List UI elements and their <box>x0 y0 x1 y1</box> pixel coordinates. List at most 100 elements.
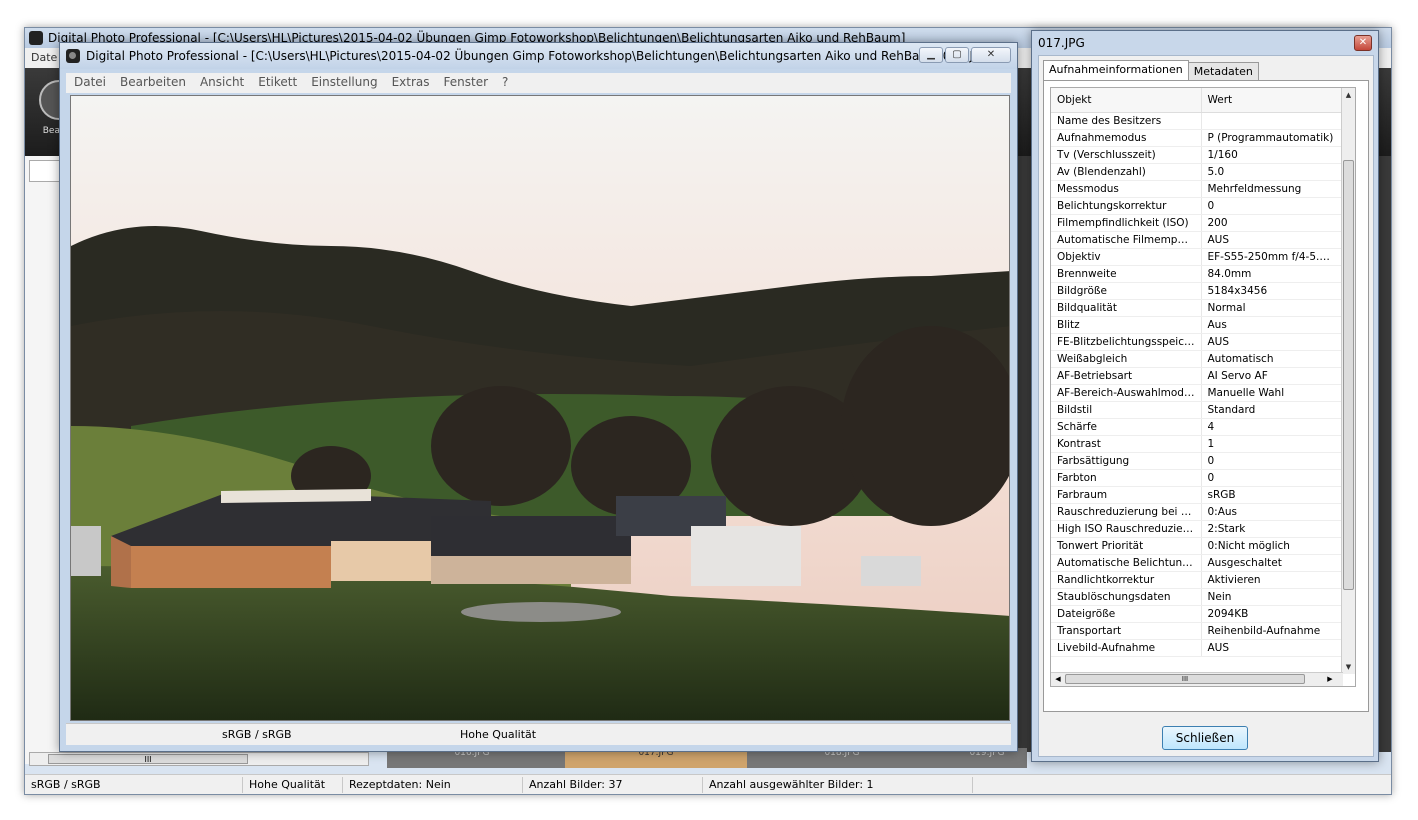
value-cell: Ausgeschaltet <box>1201 554 1344 572</box>
image-status-quality: Hohe Qualität <box>460 728 537 741</box>
table-row[interactable]: Bildstil Standard <box>1051 401 1344 419</box>
table-row[interactable]: Bildqualität Normal <box>1051 299 1344 317</box>
table-row[interactable]: Transportart Reihenbild-Aufnahme <box>1051 622 1344 640</box>
table-row[interactable]: Messmodus Mehrfeldmessung <box>1051 180 1344 198</box>
status-recipe: Rezeptdaten: Nein <box>343 776 523 793</box>
menu-datei-background[interactable]: Date <box>31 51 57 64</box>
key-cell: Av (Blendenzahl) <box>1051 163 1202 181</box>
table-row[interactable]: Aufnahmemodus P (Programmautomatik) <box>1051 129 1344 147</box>
status-image-count: Anzahl Bilder: 37 <box>523 776 703 793</box>
value-cell: AUS <box>1201 333 1344 351</box>
table-row[interactable]: Dateigröße 2094KB <box>1051 605 1344 623</box>
menu-bearbeiten[interactable]: Bearbeiten <box>120 75 186 91</box>
column-header-wert[interactable]: Wert <box>1201 88 1344 113</box>
horizontal-scrollbar-thumb[interactable]: III <box>1065 674 1305 684</box>
table-row[interactable]: Farbraum sRGB <box>1051 486 1344 504</box>
tab-aufnahmeinformationen[interactable]: Aufnahmeinformationen <box>1043 60 1189 80</box>
vertical-scrollbar-thumb[interactable] <box>1343 160 1354 590</box>
table-row[interactable]: Rauschreduzierung bei Lan... 0:Aus <box>1051 503 1344 521</box>
menu-help[interactable]: ? <box>502 75 508 91</box>
info-dialog-title-bar: 017.JPG ✕ <box>1032 31 1378 55</box>
info-table-container: Objekt Wert Name des Besitzers Aufnahmemo… <box>1050 87 1356 687</box>
table-row[interactable]: Randlichtkorrektur Aktivieren <box>1051 571 1344 589</box>
key-cell: FE-Blitzbelichtungsspeicher... <box>1051 333 1202 351</box>
table-row[interactable]: Automatische Filmempfindli... AUS <box>1051 231 1344 249</box>
table-row[interactable]: Av (Blendenzahl) 5.0 <box>1051 163 1344 181</box>
table-row[interactable]: Schärfe 4 <box>1051 418 1344 436</box>
table-row[interactable]: Name des Besitzers <box>1051 112 1344 130</box>
key-cell: Dateigröße <box>1051 605 1202 623</box>
scroll-right-icon[interactable]: ▶ <box>1323 673 1337 686</box>
table-header-row: Objekt Wert <box>1051 88 1344 113</box>
table-row[interactable]: Weißabgleich Automatisch <box>1051 350 1344 368</box>
close-button[interactable]: ✕ <box>971 47 1011 63</box>
value-cell: Manuelle Wahl <box>1201 384 1344 402</box>
image-window: Digital Photo Professional - [C:\Users\H… <box>59 42 1018 752</box>
key-cell: Randlichtkorrektur <box>1051 571 1202 589</box>
image-status-bar: sRGB / sRGB Hohe Qualität <box>66 723 1011 745</box>
table-row[interactable]: AF-Betriebsart AI Servo AF <box>1051 367 1344 385</box>
maximize-button[interactable]: ▢ <box>945 47 969 63</box>
info-table-body: Name des Besitzers Aufnahmemodus P (Progra… <box>1051 112 1344 657</box>
table-row[interactable]: Tonwert Priorität 0:Nicht möglich <box>1051 537 1344 555</box>
info-tab-panel: Objekt Wert Name des Besitzers Aufnahmemo… <box>1043 80 1369 712</box>
scroll-left-icon[interactable]: ◀ <box>1051 673 1065 686</box>
value-cell: Automatisch <box>1201 350 1344 368</box>
vertical-scrollbar[interactable]: ▲ ▼ <box>1341 88 1355 674</box>
table-row[interactable]: Blitz Aus <box>1051 316 1344 334</box>
schliessen-button[interactable]: Schließen <box>1162 726 1248 750</box>
key-cell: Name des Besitzers <box>1051 112 1202 130</box>
folder-tree-box[interactable] <box>29 160 61 182</box>
scroll-down-icon[interactable]: ▼ <box>1342 660 1355 674</box>
scrollbar-thumb[interactable]: III <box>48 754 248 764</box>
info-dialog-title: 017.JPG <box>1038 36 1085 50</box>
table-row[interactable]: Staublöschungsdaten Nein <box>1051 588 1344 606</box>
horizontal-scrollbar[interactable]: ◀ III ▶ <box>1051 672 1343 686</box>
value-cell: 84.0mm <box>1201 265 1344 283</box>
photo-preview[interactable] <box>70 95 1010 721</box>
menu-datei[interactable]: Datei <box>74 75 106 91</box>
table-row[interactable]: Filmempfindlichkeit (ISO) 200 <box>1051 214 1344 232</box>
key-cell: Automatische Filmempfindli... <box>1051 231 1202 249</box>
key-cell: Staublöschungsdaten <box>1051 588 1202 606</box>
status-color-space: sRGB / sRGB <box>25 776 243 793</box>
value-cell: sRGB <box>1201 486 1344 504</box>
table-row[interactable]: Farbsättigung 0 <box>1051 452 1344 470</box>
table-row[interactable]: AF-Bereich-Auswahlmodus Manuelle Wahl <box>1051 384 1344 402</box>
key-cell: Objektiv <box>1051 248 1202 266</box>
menu-ansicht[interactable]: Ansicht <box>200 75 244 91</box>
image-window-title-bar: Digital Photo Professional - [C:\Users\H… <box>60 43 1017 69</box>
tab-metadaten[interactable]: Metadaten <box>1187 62 1259 80</box>
key-cell: Belichtungskorrektur <box>1051 197 1202 215</box>
column-header-objekt[interactable]: Objekt <box>1051 88 1202 113</box>
dialog-close-icon[interactable]: ✕ <box>1354 35 1372 51</box>
key-cell: Bildgröße <box>1051 282 1202 300</box>
table-row[interactable]: High ISO Rauschreduzierung 2:Stark <box>1051 520 1344 538</box>
minimize-button[interactable]: ▁ <box>919 47 943 63</box>
menu-einstellung[interactable]: Einstellung <box>311 75 377 91</box>
menu-etikett[interactable]: Etikett <box>258 75 297 91</box>
info-dialog-body: Aufnahmeinformationen Metadaten Objekt W… <box>1038 55 1374 757</box>
table-row[interactable]: Automatische Belichtungso... Ausgeschalte… <box>1051 554 1344 572</box>
value-cell: AI Servo AF <box>1201 367 1344 385</box>
info-table: Objekt Wert Name des Besitzers Aufnahmemo… <box>1051 88 1344 657</box>
value-cell <box>1201 112 1344 130</box>
value-cell: AUS <box>1201 231 1344 249</box>
table-row[interactable]: Kontrast 1 <box>1051 435 1344 453</box>
table-row[interactable]: Belichtungskorrektur 0 <box>1051 197 1344 215</box>
scroll-up-icon[interactable]: ▲ <box>1342 88 1355 102</box>
table-row[interactable]: Farbton 0 <box>1051 469 1344 487</box>
value-cell: 200 <box>1201 214 1344 232</box>
info-tabs: Aufnahmeinformationen Metadaten <box>1043 60 1259 80</box>
menu-extras[interactable]: Extras <box>392 75 430 91</box>
table-row[interactable]: Tv (Verschlusszeit) 1/160 <box>1051 146 1344 164</box>
table-row[interactable]: FE-Blitzbelichtungsspeicher... AUS <box>1051 333 1344 351</box>
table-row[interactable]: Livebild-Aufnahme AUS <box>1051 639 1344 657</box>
menu-fenster[interactable]: Fenster <box>444 75 489 91</box>
horizontal-scrollbar[interactable]: III <box>29 752 369 766</box>
value-cell: Aus <box>1201 316 1344 334</box>
table-row[interactable]: Brennweite 84.0mm <box>1051 265 1344 283</box>
table-row[interactable]: Bildgröße 5184x3456 <box>1051 282 1344 300</box>
table-row[interactable]: Objektiv EF-S55-250mm f/4-5.6 IS II <box>1051 248 1344 266</box>
key-cell: Blitz <box>1051 316 1202 334</box>
